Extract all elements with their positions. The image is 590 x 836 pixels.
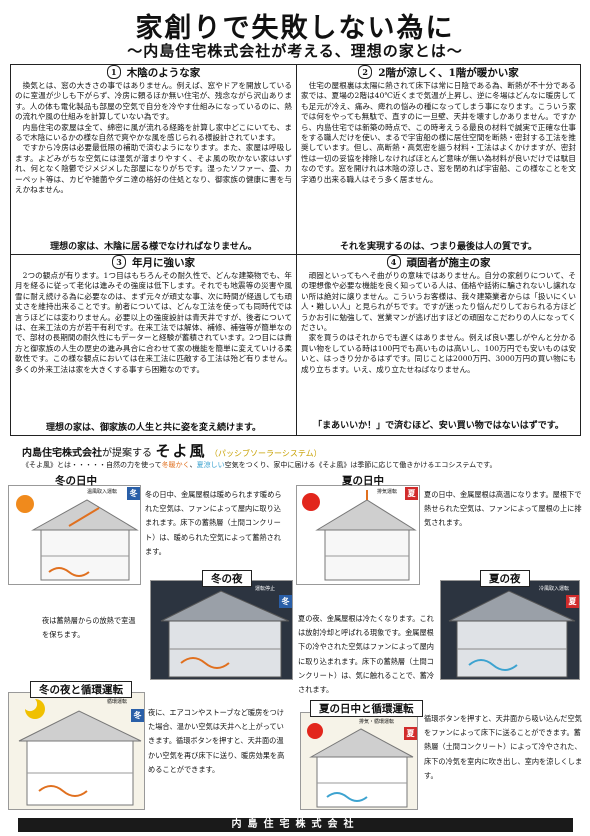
section-4-title: 4 頑固者が施主の家 bbox=[301, 255, 576, 271]
cool-text: 夏涼しい bbox=[196, 461, 225, 469]
section-2-paragraph-1: 住宅の屋根裏は太陽に熱されて床下は常に日陰である為、断熱が不十分である家では、夏… bbox=[301, 81, 576, 184]
panel-winter-day: 冬 温風取入運転 bbox=[8, 485, 141, 585]
soyokaze-kana: （パッシブソーラーシステム） bbox=[209, 449, 322, 458]
section-3-title: 3 年月に強い家 bbox=[15, 255, 292, 271]
summer-badge: 夏 bbox=[405, 487, 418, 500]
section-4-footer: 「まあいいか！」で済むほど、安い買い物ではないはずです。 bbox=[313, 421, 564, 431]
section-2-number: 2 bbox=[358, 65, 373, 79]
panel-summer-day-title: 夏の日中 bbox=[342, 475, 384, 487]
panel-summer-day-text: 夏の日中、金属屋根は高温になります。屋根下で熱せられた空気は、ファンによって屋根… bbox=[424, 490, 582, 528]
propose-text: が提案する bbox=[102, 448, 152, 459]
company-name: 内島住宅株式会社 bbox=[22, 448, 102, 459]
section-4-paragraph-1: 頑固といってもへそ曲がりの意味ではありません。自分の家創りについて、その理想像や… bbox=[301, 271, 576, 333]
winter-badge: 冬 bbox=[127, 487, 140, 500]
summer-badge: 夏 bbox=[566, 595, 579, 608]
soyokaze-heading: 内島住宅株式会社が提案する そよ風 （パッシブソーラーシステム） bbox=[22, 440, 322, 461]
section-2: 2 2階が涼しく、1階が暖かい家 住宅の屋根裏は太陽に熱されて床下は常に日陰である… bbox=[297, 65, 580, 255]
mode-label: 温風取入運転 bbox=[87, 489, 118, 495]
page-subtitle: ～内島住宅株式会社が考える、理想の家とは～ bbox=[127, 42, 463, 60]
winter-badge: 冬 bbox=[131, 709, 144, 722]
summer-badge: 夏 bbox=[404, 727, 417, 740]
soyokaze-description: 《そよ風》とは・・・・・自然の力を使って冬暖かく、夏涼しい空気をつくり、家中に届… bbox=[22, 461, 497, 469]
panel-winter-night-title: 冬の夜 bbox=[202, 570, 252, 587]
sun-icon bbox=[307, 723, 323, 739]
summer-night-illustration bbox=[448, 590, 576, 678]
panel-summer-day: 夏 排気運転 bbox=[296, 485, 420, 585]
mode-label: 循環運転 bbox=[107, 699, 128, 705]
section-1-footer: 理想の家は、木陰に居る様でなければなりません。 bbox=[50, 242, 257, 252]
section-1-title: 1 木陰のような家 bbox=[15, 65, 292, 81]
panel-summer-circulation: 夏 排気・循環運転 bbox=[300, 712, 418, 810]
section-3-number: 3 bbox=[112, 255, 126, 269]
winter-day-illustration bbox=[16, 495, 139, 581]
section-1-paragraph-3: ですから冷房は必要最低限の補助で済むようになります。また、家屋は呼吸します。よど… bbox=[15, 143, 292, 195]
section-4-paragraph-2: 家を買うのはそれからでも遅くはありません。例えば良い悪しがやんと分かる買い物をし… bbox=[301, 333, 576, 374]
summer-circulation-illustration bbox=[307, 723, 414, 808]
mode-label: 排気・循環運転 bbox=[359, 719, 395, 725]
sun-icon bbox=[16, 495, 34, 513]
panel-winter-day-title: 冬の日中 bbox=[55, 475, 97, 487]
sun-icon bbox=[302, 493, 320, 511]
panel-winter-circulation-title: 冬の夜と循環運転 bbox=[30, 681, 132, 698]
section-2-footer: それを実現するのは、つまり最後は人の質です。 bbox=[339, 242, 538, 252]
section-4: 4 頑固者が施主の家 頑固といってもへそ曲がりの意味ではありません。自分の家創りに… bbox=[297, 255, 580, 435]
warm-text: 冬暖かく bbox=[161, 461, 190, 469]
mode-label: 冷風取入運転 bbox=[539, 586, 570, 592]
panel-summer-circulation-text: 循環ボタンを押すと、天井面から吸い込んだ空気をファンによって床下に送ることができ… bbox=[424, 714, 583, 780]
section-3-paragraph-1: 2つの観点が有ります。1つ目はもちろんその耐久性で、どんな建築物でも、年月を経る… bbox=[15, 271, 292, 374]
section-1-paragraph-1: 換気とは、窓の大きさの事ではありません。例えば、窓やドアを開放しているのに室温が… bbox=[15, 81, 292, 122]
winter-night-illustration bbox=[160, 590, 290, 678]
section-1-paragraph-2: 内島住宅の家屋は全て、綿密に風が流れる経路を計算し家中どこにいても、まるで木陰に… bbox=[15, 122, 292, 143]
section-2-title: 2 2階が涼しく、1階が暖かい家 bbox=[301, 65, 576, 81]
panel-winter-circulation-text: 夜に、エアコンやストーブなど暖房をつけた場合、温かい空気は天井へと上がっていきま… bbox=[148, 708, 285, 774]
moon-icon bbox=[25, 699, 45, 719]
section-1: 1 木陰のような家 換気とは、窓の大きさの事ではありません。例えば、窓やドアを開放… bbox=[11, 65, 297, 255]
panel-winter-day-text: 冬の日中、金属屋根は暖められます暖められた空気は、ファンによって屋内に取り込まれ… bbox=[145, 490, 282, 556]
section-3-footer: 理想の家は、御家族の人生と共に姿を変え続けます。 bbox=[45, 423, 262, 433]
winter-badge: 冬 bbox=[279, 595, 292, 608]
footer-company: 内島住宅株式会社 bbox=[18, 818, 573, 832]
panel-winter-night: 冬 運転停止 bbox=[150, 580, 293, 680]
principles-grid: 1 木陰のような家 換気とは、窓の大きさの事ではありません。例えば、窓やドアを開放… bbox=[10, 64, 581, 436]
winter-circulation-illustration bbox=[18, 699, 142, 806]
panel-winter-night-text: 夜は蓄熱層からの放熱で室温を保ちます。 bbox=[42, 616, 136, 640]
panel-summer-night-title: 夏の夜 bbox=[480, 570, 530, 587]
summer-day-illustration bbox=[302, 490, 417, 581]
mode-label: 排気運転 bbox=[377, 489, 398, 495]
panel-summer-night-text: 夏の夜、金属屋根は冷たくなります。これは放射冷却と呼ばれる現象です。金属屋根下の… bbox=[298, 614, 435, 695]
panel-summer-circulation-title: 夏の日中と循環運転 bbox=[310, 700, 423, 717]
section-1-number: 1 bbox=[106, 65, 121, 79]
section-4-number: 4 bbox=[386, 255, 401, 269]
panel-winter-circulation: 冬 循環運転 bbox=[8, 692, 145, 810]
mode-label: 運転停止 bbox=[255, 586, 276, 592]
soyokaze-name: そよ風 bbox=[155, 442, 207, 460]
panel-summer-night: 夏 冷風取入運転 bbox=[440, 580, 580, 680]
section-3: 3 年月に強い家 2つの観点が有ります。1つ目はもちろんその耐久性で、どんな建築物… bbox=[11, 255, 297, 435]
